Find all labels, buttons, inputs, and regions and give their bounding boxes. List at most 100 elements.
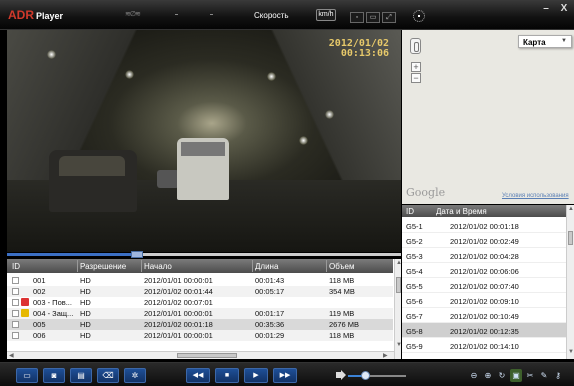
zoom-in-button[interactable]: +: [411, 62, 421, 72]
column-separator[interactable]: [252, 260, 253, 272]
column-header[interactable]: Разрешение: [80, 262, 126, 271]
column-separator[interactable]: [141, 260, 142, 272]
column-header[interactable]: ID: [12, 262, 20, 271]
cell-id: 004 - Защ...: [33, 309, 74, 318]
save-icon[interactable]: ▤: [70, 368, 92, 383]
gps-row[interactable]: G5-9 2012/01/02 00:14:10: [402, 338, 566, 353]
cut-icon[interactable]: ✂: [524, 369, 536, 382]
gps-row[interactable]: G5-6 2012/01/02 00:09:10: [402, 293, 566, 308]
speed-unit-button[interactable]: km/h: [316, 9, 336, 21]
map-panel[interactable]: + − Карта ▼ Google Условия использования: [402, 30, 574, 204]
column-header[interactable]: Начало: [144, 262, 172, 271]
file-row[interactable]: 005 HD 2012/01/02 00:01:18 00:35:36 2676 MB: [7, 319, 393, 330]
cell-id: G5-1: [406, 222, 423, 231]
seek-handle[interactable]: [131, 251, 144, 258]
refresh-icon[interactable]: ↻: [496, 369, 508, 382]
map-pan-icon[interactable]: [410, 38, 421, 54]
row-checkbox[interactable]: [12, 299, 19, 306]
scroll-thumb[interactable]: [568, 231, 573, 245]
locked-file-icon: [21, 309, 29, 317]
cell-start: 2012/01/01 00:00:01: [144, 331, 213, 340]
cell-id: G5-9: [406, 342, 423, 351]
scroll-down-icon[interactable]: ▼: [568, 349, 574, 355]
gps-row[interactable]: G5-1 2012/01/02 00:01:18: [402, 218, 566, 233]
cell-id: G5-8: [406, 327, 423, 336]
column-header[interactable]: Объем: [329, 262, 355, 271]
forward-button[interactable]: ▶▶: [273, 368, 297, 383]
key-icon[interactable]: ⚷: [552, 369, 564, 382]
video-display[interactable]: 2012/01/02 00:13:06: [7, 30, 401, 252]
volume-slider[interactable]: [348, 375, 406, 377]
gps-row[interactable]: G5-7 2012/01/02 00:10:49: [402, 308, 566, 323]
file-row[interactable]: 002 HD 2012/01/02 00:01:44 00:05:17 354 MB: [7, 286, 393, 297]
cell-datetime: 2012/01/02 00:09:10: [450, 297, 519, 306]
gps-list-scrollbar[interactable]: ▲ ▼: [566, 205, 574, 359]
folder-icon[interactable]: ▭: [16, 368, 38, 383]
seek-bar[interactable]: [7, 253, 401, 256]
scroll-thumb[interactable]: [396, 277, 401, 293]
column-separator[interactable]: [77, 260, 78, 272]
file-row[interactable]: 001 HD 2012/01/01 00:00:01 00:01:43 118 MB: [7, 275, 393, 286]
cell-datetime: 2012/01/02 00:07:40: [450, 282, 519, 291]
map-type-select[interactable]: Карта ▼: [518, 35, 572, 48]
view-mode-1-icon[interactable]: ▫: [350, 12, 364, 23]
camera-icon[interactable]: ◙: [43, 368, 65, 383]
row-checkbox[interactable]: [12, 288, 19, 295]
column-header[interactable]: Дата и Время: [436, 207, 487, 216]
scroll-left-icon[interactable]: ◀: [9, 352, 14, 359]
file-row[interactable]: 004 - Защ... HD 2012/01/01 00:00:01 00:01:1…: [7, 308, 393, 319]
gps-row[interactable]: G5-5 2012/01/02 00:07:40: [402, 278, 566, 293]
cell-id: G5-5: [406, 282, 423, 291]
edit-icon[interactable]: ✎: [538, 369, 550, 382]
file-list-vertical-scrollbar[interactable]: ▲ ▼: [394, 259, 401, 359]
scroll-thumb[interactable]: [177, 353, 237, 358]
row-checkbox[interactable]: [12, 321, 19, 328]
minimize-button[interactable]: –: [538, 3, 554, 17]
link-icon[interactable]: ⊖: [468, 369, 480, 382]
file-list-horizontal-scrollbar[interactable]: ◀ ▶: [7, 351, 394, 359]
file-row[interactable]: 006 HD 2012/01/01 00:00:01 00:01:29 118 MB: [7, 330, 393, 341]
file-list-header: ID Разрешение Начало Длина Объем: [7, 259, 393, 273]
chevron-down-icon: ▼: [561, 38, 567, 44]
scroll-down-icon[interactable]: ▼: [396, 342, 401, 348]
tunnel-light: [125, 70, 134, 79]
scroll-right-icon[interactable]: ▶: [383, 352, 388, 359]
gps-row[interactable]: G5-2 2012/01/02 00:02:49: [402, 233, 566, 248]
close-button[interactable]: X: [556, 3, 572, 17]
column-separator[interactable]: [326, 260, 327, 272]
play-button[interactable]: ▶: [244, 368, 268, 383]
fullscreen-icon[interactable]: ⤢: [382, 12, 396, 23]
cell-id: G5-3: [406, 252, 423, 261]
zoom-out-button[interactable]: −: [411, 73, 421, 83]
cell-id: G5-7: [406, 312, 423, 321]
scroll-up-icon[interactable]: ▲: [568, 206, 574, 212]
brand-mark-icon: ≋∅≋: [125, 11, 141, 18]
cell-datetime: 2012/01/02 00:04:28: [450, 252, 519, 261]
stop-button[interactable]: ■: [215, 368, 239, 383]
row-checkbox[interactable]: [12, 277, 19, 284]
view-mode-2-icon[interactable]: ▭: [366, 12, 380, 23]
column-header[interactable]: Длина: [255, 262, 278, 271]
gps-row[interactable]: G5-4 2012/01/02 00:06:06: [402, 263, 566, 278]
file-row[interactable]: 003 - Пов... HD 2012/01/02 00:07:01: [7, 297, 393, 308]
gps-satellite-icon: [413, 10, 425, 22]
tunnel-light: [267, 72, 276, 81]
row-checkbox[interactable]: [12, 310, 19, 317]
network-icon[interactable]: ⊕: [482, 369, 494, 382]
cell-datetime: 2012/01/02 00:12:35: [450, 327, 519, 336]
settings-icon[interactable]: ✲: [124, 368, 146, 383]
cell-datetime: 2012/01/02 00:14:10: [450, 342, 519, 351]
column-header[interactable]: ID: [406, 207, 414, 216]
tunnel-light: [47, 50, 56, 59]
row-checkbox[interactable]: [12, 332, 19, 339]
scroll-up-icon[interactable]: ▲: [396, 260, 401, 266]
cell-size: 118 MB: [329, 331, 355, 340]
folder-open-icon[interactable]: ▣: [510, 369, 522, 382]
rewind-button[interactable]: ◀◀: [186, 368, 210, 383]
map-terms-link[interactable]: Условия использования: [502, 193, 569, 199]
gps-row[interactable]: G5-3 2012/01/02 00:04:28: [402, 248, 566, 263]
trash-icon[interactable]: ⌫: [97, 368, 119, 383]
volume-knob[interactable]: [361, 371, 371, 380]
volume-icon[interactable]: [336, 372, 341, 378]
gps-row[interactable]: G5-8 2012/01/02 00:12:35: [402, 323, 566, 338]
